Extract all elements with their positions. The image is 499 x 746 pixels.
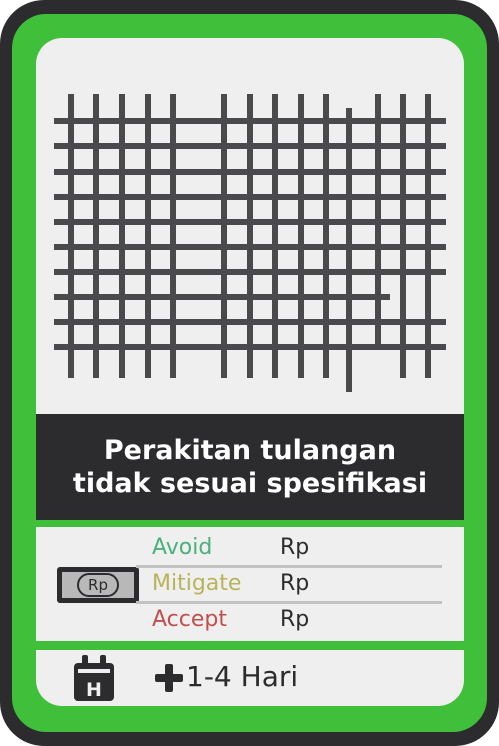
card-title-line-2: tidak sesuai spesifikasi <box>72 468 428 499</box>
rp-coin-label: Rp <box>77 573 119 597</box>
mitigate-cost-value: Rp <box>280 571 310 596</box>
time-impact-text: 1-4 Hari <box>186 660 299 693</box>
mitigate-label: Mitigate <box>152 571 242 596</box>
rebar-bar <box>68 94 74 378</box>
rebar-bar <box>247 94 253 378</box>
rebar-bar <box>170 94 176 378</box>
risk-option-mitigate: Mitigate Rp <box>152 565 442 601</box>
rebar-bar <box>54 294 390 300</box>
rebar-bar <box>323 94 329 378</box>
money-icon: Rp <box>57 567 139 603</box>
rebar-bar <box>54 344 446 350</box>
title-band: Perakitan tulangan tidak sesuai spesifik… <box>36 414 464 520</box>
card-title-line-1: Perakitan tulangan <box>103 435 397 466</box>
calendar-icon: H <box>74 655 114 701</box>
rebar-bar <box>54 118 446 124</box>
rebar-bar <box>54 319 446 325</box>
rebar-bar <box>54 194 446 200</box>
avoid-label: Avoid <box>152 535 213 560</box>
rebar-grid-icon <box>54 94 446 392</box>
rebar-bar <box>400 94 406 378</box>
accept-label: Accept <box>152 607 227 632</box>
rebar-bar <box>272 94 278 378</box>
rebar-bar <box>54 269 446 275</box>
rebar-bar <box>145 94 151 378</box>
risk-response-panel: Rp Avoid Rp Mitigate Rp Accept Rp <box>36 527 464 641</box>
avoid-cost-value: Rp <box>280 535 310 560</box>
risk-option-accept: Accept Rp <box>152 601 442 637</box>
rebar-bar <box>54 169 446 175</box>
calendar-letter: H <box>86 679 102 701</box>
rebar-bar <box>221 94 227 378</box>
rebar-bar <box>54 219 446 225</box>
rebar-bar <box>93 94 99 378</box>
accept-cost-value: Rp <box>280 607 310 632</box>
rebar-bar <box>54 143 446 149</box>
rebar-bar <box>119 94 125 378</box>
risk-card: Perakitan tulangan tidak sesuai spesifik… <box>0 0 499 746</box>
time-impact-panel: H 1-4 Hari <box>36 650 464 706</box>
rebar-bar <box>54 244 446 250</box>
risk-option-avoid: Avoid Rp <box>152 529 442 565</box>
card-title: Perakitan tulangan tidak sesuai spesifik… <box>60 434 440 500</box>
plus-icon <box>155 664 183 692</box>
rebar-bar <box>425 94 431 378</box>
card-illustration <box>36 38 464 414</box>
rebar-bar <box>298 94 304 378</box>
